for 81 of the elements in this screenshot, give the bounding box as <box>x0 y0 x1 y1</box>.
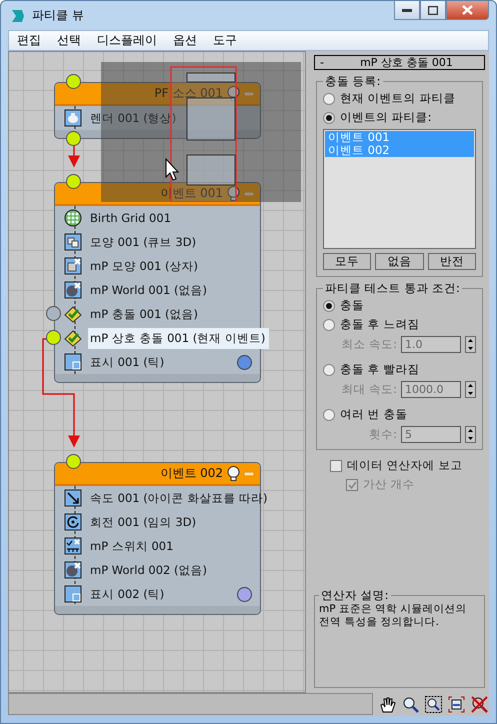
operator-icon <box>64 329 82 347</box>
radio-option[interactable]: 여러 번 충돌 <box>323 407 476 422</box>
zoom-region-icon[interactable] <box>425 696 442 712</box>
zoom-icon[interactable] <box>402 696 419 712</box>
display-color-dot[interactable] <box>237 586 252 602</box>
hand-icon[interactable] <box>379 696 396 712</box>
rollout-toggle[interactable]: - <box>315 56 329 69</box>
spinner-icon[interactable] <box>465 381 476 398</box>
operator-icon <box>64 257 82 275</box>
operator-item[interactable]: 표시 001 (틱) <box>88 352 168 372</box>
input-port[interactable] <box>66 74 81 89</box>
display-color-dot[interactable] <box>237 354 252 370</box>
operator-item[interactable]: mP World 001 (없음) <box>88 280 211 300</box>
minimize-icon <box>402 8 412 12</box>
lightbulb-icon[interactable] <box>227 466 240 481</box>
output-port[interactable] <box>46 330 61 345</box>
list-button[interactable]: 없음 <box>375 253 424 270</box>
operator-item[interactable]: 모양 001 (큐브 3D) <box>88 232 200 252</box>
menu-item[interactable]: 도구 <box>205 32 245 49</box>
operator-icon <box>64 281 82 299</box>
spinner-icon[interactable] <box>465 426 476 443</box>
radio-option[interactable]: 충돌 후 빨라짐 <box>323 362 476 377</box>
rollout-title: mP 상호 충돌 001 <box>359 55 454 70</box>
field-label: 최대 속도: <box>341 382 397 397</box>
operator-icon <box>64 109 82 127</box>
dashed-line <box>74 106 76 130</box>
menu-item[interactable]: 디스플레이 <box>89 32 165 49</box>
operator-item[interactable]: mP 스위치 001 <box>88 536 178 556</box>
group-label: 파티클 테스트 통과 조건: <box>324 281 461 296</box>
checkbox-option[interactable]: 데이터 연산자에 보고 <box>330 458 489 473</box>
input-port[interactable] <box>66 174 81 189</box>
operator-item[interactable]: 회전 001 (임의 3D) <box>88 512 200 532</box>
field-label: 횟수: <box>369 427 397 442</box>
input-port[interactable] <box>66 454 81 469</box>
operator-icon <box>64 233 82 251</box>
description-text: mP 표준은 역학 시뮬레이션의 전역 특성을 정의합니다. <box>319 603 468 629</box>
radio-option[interactable]: 이벤트의 파티클: <box>323 110 476 125</box>
operator-icon <box>64 561 82 579</box>
node-title: PF 소스 001 <box>154 85 223 102</box>
radio-option[interactable]: 현재 이벤트의 파티클 <box>323 91 476 106</box>
radio-option[interactable]: 충돌 <box>323 298 476 313</box>
lightbulb-icon[interactable] <box>227 86 240 101</box>
minimize-button[interactable] <box>394 1 420 20</box>
operator-item[interactable]: mP 모양 001 (상자) <box>88 256 202 276</box>
operator-icon <box>64 537 82 555</box>
operator-item[interactable]: Birth Grid 001 <box>88 208 176 228</box>
operator-icon <box>64 585 82 603</box>
operator-icon <box>64 513 82 531</box>
operator-icon <box>64 209 82 227</box>
group-label: 연산자 설명: <box>320 588 390 603</box>
operator-item[interactable]: mP World 002 (없음) <box>88 560 211 580</box>
operator-item[interactable]: 표시 002 (틱) <box>88 584 168 604</box>
operator-item[interactable]: mP 상호 충돌 001 (현재 이벤트) <box>88 328 270 348</box>
checkmark-icon <box>348 480 356 488</box>
list-button[interactable]: 반전 <box>428 253 476 270</box>
operator-item[interactable]: 속도 001 (아이콘 화살표를 따라) <box>88 488 272 508</box>
radio-option[interactable]: 충돌 후 느려짐 <box>323 317 476 332</box>
node-header[interactable]: 이벤트 002 <box>55 463 260 486</box>
list-button[interactable]: 모두 <box>323 253 372 270</box>
spinner-icon[interactable] <box>465 336 476 353</box>
menu-item[interactable]: 옵션 <box>165 32 205 49</box>
zoom-extents-icon[interactable] <box>448 696 465 712</box>
node-title: 이벤트 002 <box>160 465 223 482</box>
close-icon <box>462 5 473 15</box>
operator-icon <box>64 305 82 323</box>
menu-item[interactable]: 선택 <box>49 32 89 49</box>
no-zoom-icon[interactable] <box>471 696 488 712</box>
operator-item[interactable]: mP 충돌 001 (없음) <box>88 304 202 324</box>
operator-icon <box>64 353 82 371</box>
rollout-header[interactable]: - mP 상호 충돌 001 <box>314 55 485 70</box>
window-title: 파티클 뷰 <box>32 7 85 24</box>
menu-item[interactable]: 편집 <box>9 32 49 49</box>
close-button[interactable] <box>446 1 489 20</box>
maximize-button[interactable] <box>420 1 446 20</box>
group-label: 충돌 등록: <box>324 74 382 89</box>
maximize-icon <box>428 6 438 14</box>
output-port[interactable] <box>66 131 81 146</box>
app-icon <box>10 8 26 24</box>
operator-icon <box>64 489 82 507</box>
output-port[interactable] <box>46 306 61 321</box>
field-label: 최소 속도: <box>341 337 397 352</box>
